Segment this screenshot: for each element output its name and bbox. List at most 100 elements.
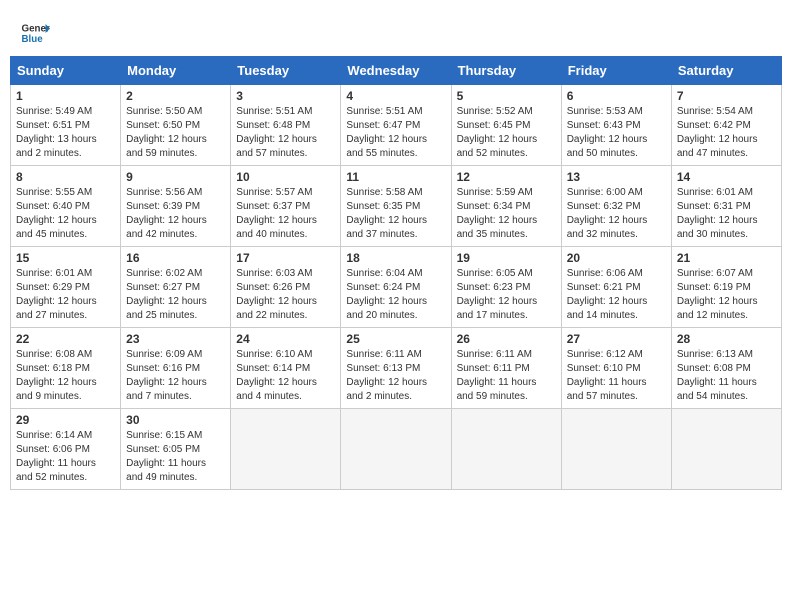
day-info: Sunrise: 5:54 AM Sunset: 6:42 PM Dayligh… <box>677 105 776 161</box>
weekday-wednesday: Wednesday <box>341 57 451 85</box>
calendar-day <box>231 409 341 490</box>
day-number: 29 <box>16 413 115 427</box>
day-info: Sunrise: 6:12 AM Sunset: 6:10 PM Dayligh… <box>567 348 666 404</box>
calendar-day: 11Sunrise: 5:58 AM Sunset: 6:35 PM Dayli… <box>341 166 451 247</box>
day-number: 28 <box>677 332 776 346</box>
day-info: Sunrise: 6:02 AM Sunset: 6:27 PM Dayligh… <box>126 267 225 323</box>
weekday-saturday: Saturday <box>671 57 781 85</box>
weekday-friday: Friday <box>561 57 671 85</box>
day-number: 8 <box>16 170 115 184</box>
weekday-sunday: Sunday <box>11 57 121 85</box>
day-info: Sunrise: 5:57 AM Sunset: 6:37 PM Dayligh… <box>236 186 335 242</box>
svg-text:Blue: Blue <box>22 34 44 45</box>
day-number: 14 <box>677 170 776 184</box>
day-number: 25 <box>346 332 445 346</box>
day-info: Sunrise: 5:53 AM Sunset: 6:43 PM Dayligh… <box>567 105 666 161</box>
calendar-day: 13 Sunrise: 6:00 AM Sunset: 6:32 PM Dayli… <box>561 166 671 247</box>
day-info: Sunrise: 6:06 AM Sunset: 6:21 PM Dayligh… <box>567 267 666 323</box>
day-number: 17 <box>236 251 335 265</box>
day-info: Sunrise: 6:14 AM Sunset: 6:06 PM Dayligh… <box>16 429 115 485</box>
day-info: Sunrise: 6:05 AM Sunset: 6:23 PM Dayligh… <box>457 267 556 323</box>
day-number: 24 <box>236 332 335 346</box>
day-number: 19 <box>457 251 556 265</box>
calendar-day: 16 Sunrise: 6:02 AM Sunset: 6:27 PM Dayli… <box>121 247 231 328</box>
day-number: 9 <box>126 170 225 184</box>
calendar-day: 4Sunrise: 5:51 AM Sunset: 6:47 PM Daylig… <box>341 85 451 166</box>
calendar-day: 10 Sunrise: 5:57 AM Sunset: 6:37 PM Dayli… <box>231 166 341 247</box>
day-info: Sunrise: 5:56 AM Sunset: 6:39 PM Dayligh… <box>126 186 225 242</box>
calendar-day: 24 Sunrise: 6:10 AM Sunset: 6:14 PM Dayli… <box>231 328 341 409</box>
day-info: Sunrise: 5:49 AM Sunset: 6:51 PM Dayligh… <box>16 105 115 161</box>
weekday-tuesday: Tuesday <box>231 57 341 85</box>
day-number: 21 <box>677 251 776 265</box>
day-number: 18 <box>346 251 445 265</box>
calendar-day: 2Sunrise: 5:50 AM Sunset: 6:50 PM Daylig… <box>121 85 231 166</box>
calendar-day: 14Sunrise: 6:01 AM Sunset: 6:31 PM Dayli… <box>671 166 781 247</box>
calendar-day: 3Sunrise: 5:51 AM Sunset: 6:48 PM Daylig… <box>231 85 341 166</box>
day-info: Sunrise: 5:51 AM Sunset: 6:47 PM Dayligh… <box>346 105 445 161</box>
calendar-day: 29 Sunrise: 6:14 AM Sunset: 6:06 PM Dayli… <box>11 409 121 490</box>
calendar-day: 6 Sunrise: 5:53 AM Sunset: 6:43 PM Daylig… <box>561 85 671 166</box>
day-info: Sunrise: 6:11 AM Sunset: 6:13 PM Dayligh… <box>346 348 445 404</box>
calendar-day <box>561 409 671 490</box>
day-info: Sunrise: 5:50 AM Sunset: 6:50 PM Dayligh… <box>126 105 225 161</box>
day-info: Sunrise: 5:55 AM Sunset: 6:40 PM Dayligh… <box>16 186 115 242</box>
calendar-day <box>341 409 451 490</box>
calendar-week-4: 22 Sunrise: 6:08 AM Sunset: 6:18 PM Dayli… <box>11 328 782 409</box>
calendar-day: 8 Sunrise: 5:55 AM Sunset: 6:40 PM Daylig… <box>11 166 121 247</box>
logo: General Blue <box>20 18 50 48</box>
calendar-day: 17 Sunrise: 6:03 AM Sunset: 6:26 PM Dayli… <box>231 247 341 328</box>
calendar-day: 25 Sunrise: 6:11 AM Sunset: 6:13 PM Dayli… <box>341 328 451 409</box>
day-number: 20 <box>567 251 666 265</box>
weekday-header-row: SundayMondayTuesdayWednesdayThursdayFrid… <box>11 57 782 85</box>
calendar-day: 19 Sunrise: 6:05 AM Sunset: 6:23 PM Dayli… <box>451 247 561 328</box>
calendar-day: 15 Sunrise: 6:01 AM Sunset: 6:29 PM Dayli… <box>11 247 121 328</box>
calendar-day: 21 Sunrise: 6:07 AM Sunset: 6:19 PM Dayli… <box>671 247 781 328</box>
weekday-thursday: Thursday <box>451 57 561 85</box>
page-header: General Blue <box>10 10 782 52</box>
day-number: 26 <box>457 332 556 346</box>
weekday-monday: Monday <box>121 57 231 85</box>
day-number: 1 <box>16 89 115 103</box>
day-info: Sunrise: 5:52 AM Sunset: 6:45 PM Dayligh… <box>457 105 556 161</box>
day-info: Sunrise: 6:03 AM Sunset: 6:26 PM Dayligh… <box>236 267 335 323</box>
calendar-day: 22 Sunrise: 6:08 AM Sunset: 6:18 PM Dayli… <box>11 328 121 409</box>
day-info: Sunrise: 5:59 AM Sunset: 6:34 PM Dayligh… <box>457 186 556 242</box>
calendar-day: 7Sunrise: 5:54 AM Sunset: 6:42 PM Daylig… <box>671 85 781 166</box>
calendar-day: 28Sunrise: 6:13 AM Sunset: 6:08 PM Dayli… <box>671 328 781 409</box>
calendar-week-1: 1 Sunrise: 5:49 AM Sunset: 6:51 PM Daylig… <box>11 85 782 166</box>
logo-icon: General Blue <box>20 18 50 48</box>
day-info: Sunrise: 6:01 AM Sunset: 6:29 PM Dayligh… <box>16 267 115 323</box>
day-number: 12 <box>457 170 556 184</box>
day-info: Sunrise: 6:00 AM Sunset: 6:32 PM Dayligh… <box>567 186 666 242</box>
calendar-body: 1 Sunrise: 5:49 AM Sunset: 6:51 PM Daylig… <box>11 85 782 490</box>
calendar-day <box>451 409 561 490</box>
day-number: 22 <box>16 332 115 346</box>
calendar-day: 27 Sunrise: 6:12 AM Sunset: 6:10 PM Dayli… <box>561 328 671 409</box>
day-info: Sunrise: 6:04 AM Sunset: 6:24 PM Dayligh… <box>346 267 445 323</box>
day-info: Sunrise: 6:07 AM Sunset: 6:19 PM Dayligh… <box>677 267 776 323</box>
calendar-day: 26 Sunrise: 6:11 AM Sunset: 6:11 PM Dayli… <box>451 328 561 409</box>
day-info: Sunrise: 5:51 AM Sunset: 6:48 PM Dayligh… <box>236 105 335 161</box>
day-number: 6 <box>567 89 666 103</box>
day-number: 13 <box>567 170 666 184</box>
day-number: 27 <box>567 332 666 346</box>
calendar-day: 12 Sunrise: 5:59 AM Sunset: 6:34 PM Dayli… <box>451 166 561 247</box>
calendar-day: 23Sunrise: 6:09 AM Sunset: 6:16 PM Dayli… <box>121 328 231 409</box>
day-number: 10 <box>236 170 335 184</box>
day-info: Sunrise: 6:10 AM Sunset: 6:14 PM Dayligh… <box>236 348 335 404</box>
calendar-table: SundayMondayTuesdayWednesdayThursdayFrid… <box>10 56 782 490</box>
calendar-day: 5 Sunrise: 5:52 AM Sunset: 6:45 PM Daylig… <box>451 85 561 166</box>
calendar-day: 20 Sunrise: 6:06 AM Sunset: 6:21 PM Dayli… <box>561 247 671 328</box>
calendar-day: 9 Sunrise: 5:56 AM Sunset: 6:39 PM Daylig… <box>121 166 231 247</box>
day-number: 15 <box>16 251 115 265</box>
day-number: 16 <box>126 251 225 265</box>
calendar-day <box>671 409 781 490</box>
calendar-week-3: 15 Sunrise: 6:01 AM Sunset: 6:29 PM Dayli… <box>11 247 782 328</box>
day-info: Sunrise: 6:11 AM Sunset: 6:11 PM Dayligh… <box>457 348 556 404</box>
day-number: 30 <box>126 413 225 427</box>
calendar-week-5: 29 Sunrise: 6:14 AM Sunset: 6:06 PM Dayli… <box>11 409 782 490</box>
day-number: 23 <box>126 332 225 346</box>
day-number: 5 <box>457 89 556 103</box>
day-info: Sunrise: 6:08 AM Sunset: 6:18 PM Dayligh… <box>16 348 115 404</box>
